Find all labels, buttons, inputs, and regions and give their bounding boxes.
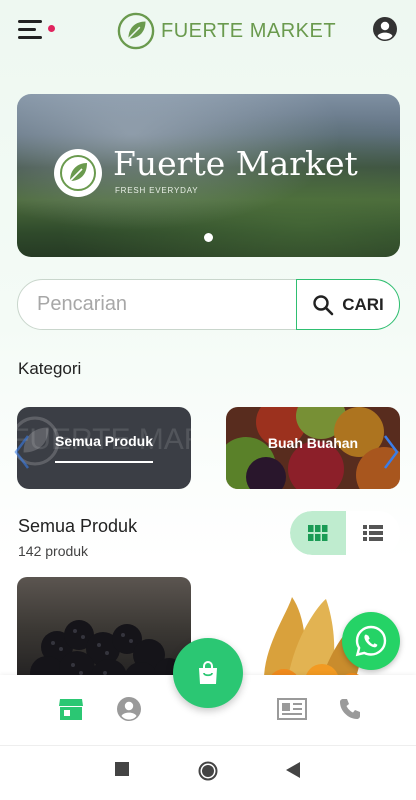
brand-name: FUERTE MARKET [161, 19, 337, 42]
categories-heading: Kategori [18, 359, 82, 378]
chevron-left-icon[interactable] [12, 432, 32, 472]
system-navigation-bar [0, 745, 416, 800]
search-button[interactable]: CARI [296, 279, 400, 330]
search-button-label: CARI [342, 294, 384, 314]
whatsapp-button[interactable] [342, 612, 400, 670]
category-card-buah-buahan[interactable]: Buah Buahan [226, 407, 400, 489]
nav-contact[interactable] [336, 695, 364, 723]
home-icon[interactable] [198, 761, 218, 781]
category-card-semua-produk[interactable]: FUERTE MARK Semua Produk [17, 407, 191, 489]
banner-subtitle: FRESH EVERYDAY [115, 186, 199, 195]
grid-view-icon [308, 525, 328, 541]
hamburger-menu-icon-line [18, 28, 36, 31]
chevron-right-icon[interactable] [381, 432, 401, 472]
notification-dot [48, 25, 55, 32]
account-circle-icon [373, 17, 397, 41]
newspaper-icon [277, 698, 307, 720]
products-count: 142 produk [18, 543, 89, 559]
brand-logo-group: FUERTE MARKET [117, 11, 336, 51]
list-view-icon [363, 525, 383, 541]
nav-news[interactable] [276, 695, 308, 723]
cart-button[interactable] [173, 638, 243, 708]
account-button[interactable] [372, 16, 398, 42]
banner-title: Fuerte Market [113, 144, 358, 183]
account-circle-icon [117, 697, 141, 721]
nav-account[interactable] [115, 695, 143, 723]
store-icon [59, 699, 83, 720]
list-view-button[interactable] [346, 511, 400, 555]
phone-icon [340, 699, 360, 719]
search-input[interactable] [18, 280, 298, 329]
view-mode-toggle [290, 511, 400, 555]
shopping-bag-icon [199, 660, 217, 684]
search-icon [313, 294, 334, 315]
hamburger-menu-icon [18, 20, 42, 23]
nav-store[interactable] [57, 695, 85, 723]
menu-button[interactable] [18, 18, 58, 42]
products-heading: Semua Produk [18, 516, 138, 536]
category-selected-indicator [55, 461, 153, 463]
promo-banner[interactable]: Fuerte Market FRESH EVERYDAY [17, 94, 400, 257]
app-header: FUERTE MARKET [0, 0, 416, 62]
recent-apps-icon[interactable] [115, 762, 129, 776]
hamburger-menu-icon-line [18, 36, 42, 39]
category-label: Buah Buahan [267, 435, 359, 451]
leaf-logo-icon [117, 12, 155, 50]
carousel-indicator[interactable] [204, 233, 213, 242]
category-label: Semua Produk [54, 433, 154, 449]
whatsapp-icon [355, 625, 387, 657]
grid-view-button[interactable] [290, 511, 346, 555]
leaf-logo-icon [54, 149, 102, 197]
back-icon[interactable] [286, 762, 300, 778]
